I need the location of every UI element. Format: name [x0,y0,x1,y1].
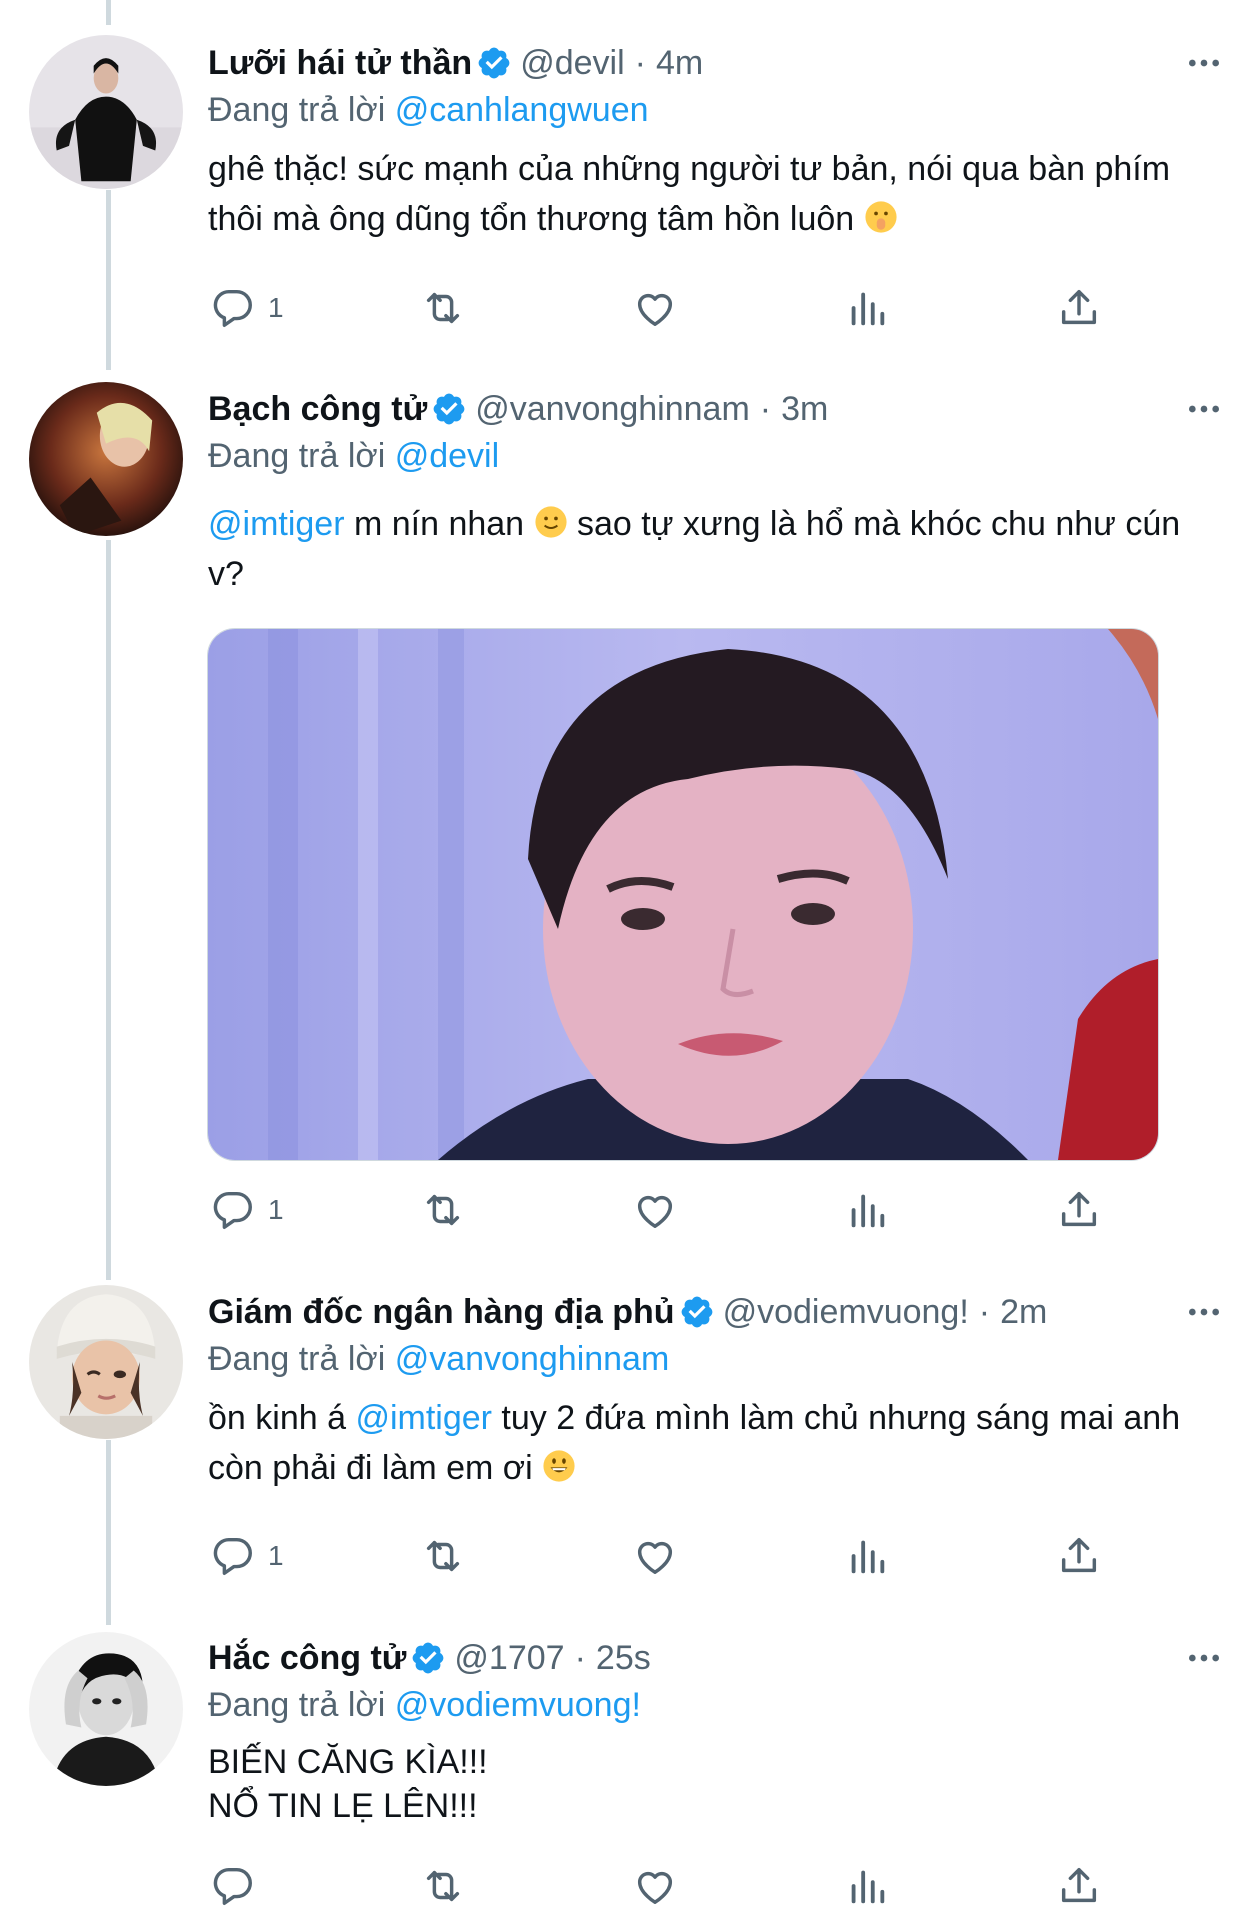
share-button[interactable] [1056,1858,1102,1914]
retweet-icon [420,1863,466,1909]
avatar[interactable] [29,1632,183,1786]
retweet-button[interactable] [420,1858,466,1914]
display-name[interactable]: Hắc công tử [208,1639,406,1678]
tweet-actions [0,1858,1260,1914]
separator-dot: · [574,1638,586,1677]
share-icon [1056,1863,1102,1909]
views-button[interactable] [844,1858,890,1914]
replying-to: Đang trả lời @vodiemvuong! [208,1686,641,1725]
timestamp[interactable]: 25s [596,1639,651,1678]
views-icon [844,1863,890,1909]
like-button[interactable] [632,1858,678,1914]
tweet-text-line: NỔ TIN LẸ LÊN!!! [208,1787,478,1825]
reply-button[interactable] [210,1858,256,1914]
tweet-header: Hắc công tử @1707 · 25s [208,1633,1260,1683]
user-handle[interactable]: @1707 [454,1639,564,1678]
tweet-text-line: BIẾN CĂNG KÌA!!! [208,1743,488,1781]
replying-label: Đang trả lời [208,1686,386,1724]
replying-mention-link[interactable]: @vodiemvuong! [395,1686,641,1724]
reply-icon [210,1863,256,1909]
more-icon[interactable] [1182,1633,1226,1683]
tweet[interactable]: Hắc công tử @1707 · 25s Đang trả lời @vo… [0,0,1260,1920]
tweet-text: BIẾN CĂNG KÌA!!! NỔ TIN LẸ LÊN!!! [208,1740,1218,1828]
like-icon [632,1863,678,1909]
verified-badge-icon [410,1640,446,1676]
